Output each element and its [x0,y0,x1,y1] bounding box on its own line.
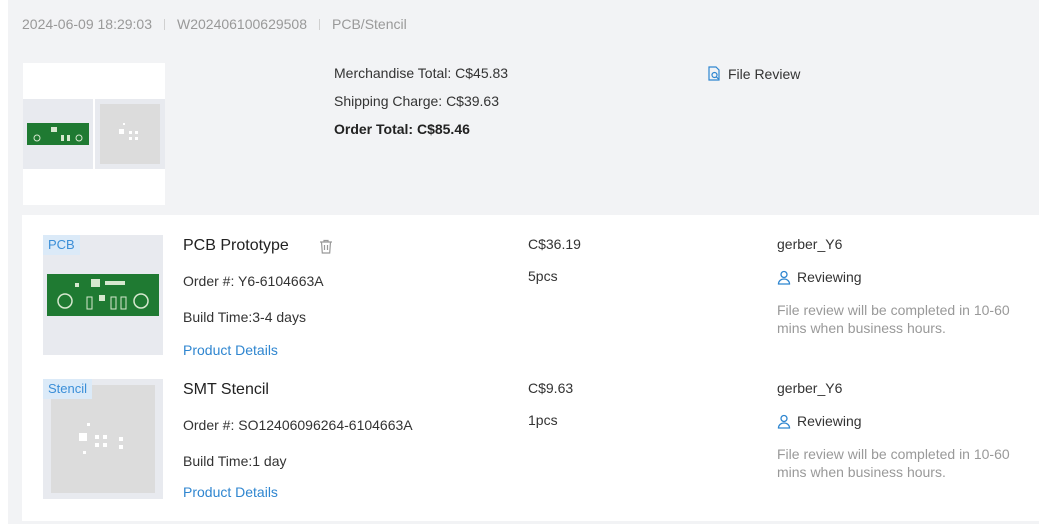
item-name-row: PCB Prototype [183,237,333,255]
file-review-label: File Review [728,66,801,82]
file-search-icon [708,66,720,81]
item-order-number: Order #: Y6-6104663A [183,273,324,289]
order-summary-thumbnail[interactable] [23,63,165,205]
order-item: PCB PCB Prototype Order #: Y6-6104663A B… [22,235,1039,375]
item-quantity: 5pcs [528,268,558,284]
order-category: PCB/Stencil [332,16,407,32]
item-type-tag: Stencil [43,379,93,399]
shipping-charge: Shipping Charge: C$39.63 [334,93,500,109]
item-name: PCB Prototype [183,237,289,254]
order-datetime: 2024-06-09 18:29:03 [22,16,152,32]
order-total: Order Total: C$85.46 [334,121,470,137]
product-details-link[interactable]: Product Details [183,484,278,500]
order-item: Stencil SMT Stencil Order #: SO124060962… [22,379,1039,519]
item-status-label: Reviewing [797,413,862,429]
item-type-tag: PCB [43,235,80,255]
file-review-button[interactable]: File Review [707,66,800,82]
merchandise-total: Merchandise Total: C$45.83 [334,65,509,81]
order-items-panel: PCB PCB Prototype Order #: Y6-6104663A B… [22,215,1039,521]
item-name: SMT Stencil [183,381,269,398]
item-file-name: gerber_Y6 [777,380,843,396]
order-card: 2024-06-09 18:29:03 W202406100629508 PCB… [8,0,1039,524]
item-review-status: Reviewing [777,413,862,429]
item-name-row: SMT Stencil [183,381,269,399]
item-order-number: Order #: SO12406096264-6104663A [183,417,413,433]
item-file-name: gerber_Y6 [777,236,843,252]
pcb-thumbnail [23,99,93,169]
order-id[interactable]: W202406100629508 [177,16,307,32]
item-thumbnail[interactable]: Stencil [43,379,163,499]
product-details-link[interactable]: Product Details [183,342,278,358]
item-price: C$36.19 [528,236,581,252]
item-status-label: Reviewing [797,269,862,285]
item-build-time: Build Time:1 day [183,453,287,469]
item-review-note: File review will be completed in 10-60 m… [777,302,1010,336]
item-review-note: File review will be completed in 10-60 m… [777,446,1010,480]
stencil-thumbnail [95,99,165,169]
header-divider [164,18,165,30]
trash-icon[interactable] [319,239,333,254]
item-review-status: Reviewing [777,269,862,285]
reviewer-icon [777,414,791,429]
header-divider [319,18,321,30]
order-header: 2024-06-09 18:29:03 W202406100629508 PCB… [22,15,407,33]
item-price: C$9.63 [528,380,574,396]
order-totals: Merchandise Total: C$45.83 Shipping Char… [334,64,508,148]
reviewer-icon [777,270,791,285]
item-build-time: Build Time:3-4 days [183,309,306,325]
item-thumbnail[interactable]: PCB [43,235,163,355]
item-quantity: 1pcs [528,412,558,428]
